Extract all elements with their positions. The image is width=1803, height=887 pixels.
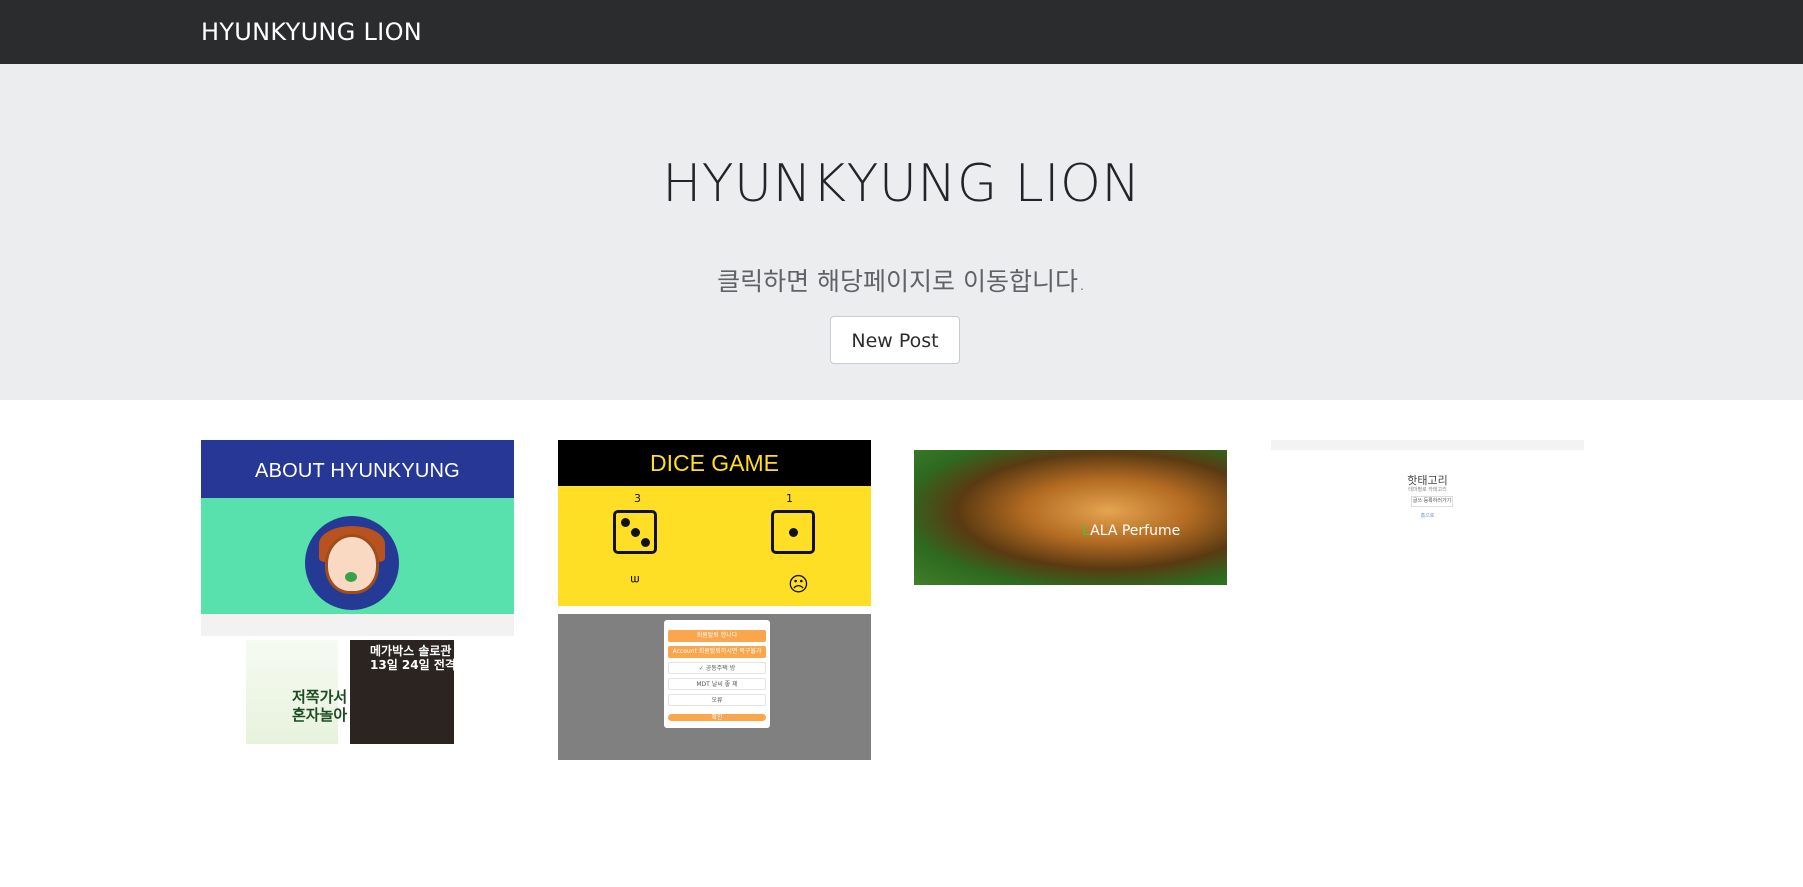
dice-icon (613, 510, 657, 554)
navbar: HYUNKYUNG LION (0, 0, 1803, 64)
category-subtitle: 테마별로 카테고리 (1408, 487, 1447, 493)
poster-text: 저쪽가서 혼자놀아 (292, 688, 348, 724)
about-posters: 저쪽가서 혼자놀아 메가박스 솔로관 13일 24일 전격 오픈! (201, 636, 514, 748)
navbar-brand[interactable]: HYUNKYUNG LION (201, 17, 422, 47)
category-button: 글쓰 등록하러가기 (1411, 496, 1453, 507)
about-subnav (201, 614, 514, 636)
lion-hero-text: LALA Perfume (1082, 523, 1181, 539)
modal-dialog: 회원탈퇴 합니다 Account 회원탈퇴하시면 복구불가 ✓ 공동주택 방 M… (664, 620, 770, 728)
sad-face-icon: ☹ (788, 572, 809, 596)
about-link[interactable]: ABOUT HYUNKYUNG 저쪽가서 혼자놀아 메가박스 솔로관 13일 2… (201, 440, 514, 748)
modal-row: Account 회원탈퇴하시면 복구불가 (668, 646, 766, 658)
lion-image: LALA Perfume (914, 450, 1227, 585)
poster-text: 메가박스 솔로관 13일 24일 전격 오픈! (370, 644, 488, 672)
modal-row: 오류 (668, 694, 766, 706)
modal-row: 회원탈퇴 합니다 (668, 630, 766, 642)
category-nav (1271, 440, 1584, 450)
hero-jumbotron: HYUNKYUNG LION 클릭하면 해당페이지로 이동합니다. New Po… (0, 64, 1803, 400)
thumbnail-dice[interactable]: DICE GAME 3 1 ᐜ ☹ 회원탈퇴 합니다 Account 회원탈퇴하… (558, 440, 871, 760)
poster-image: 메가박스 솔로관 13일 24일 전격 오픈! (350, 640, 488, 744)
avatar (305, 516, 399, 610)
happy-face-icon: ᐜ (630, 572, 640, 596)
about-banner (201, 498, 514, 614)
hero-lead: 클릭하면 해당페이지로 이동합니다. (717, 267, 1086, 296)
poster-image: 저쪽가서 혼자놀아 (246, 640, 347, 744)
dice-icon (771, 510, 815, 554)
dice-score-left: 3 (634, 492, 641, 505)
dice-modal-preview: 회원탈퇴 합니다 Account 회원탈퇴하시면 복구불가 ✓ 공동주택 방 M… (558, 614, 871, 760)
about-title: ABOUT HYUNKYUNG (201, 440, 514, 498)
thumbnail-lion[interactable]: LALA Perfume (914, 440, 1227, 585)
modal-row: MDT 날씨 좋 제 (668, 678, 766, 690)
category-home-link: 홈으로 (1420, 513, 1435, 519)
new-post-button[interactable]: New Post (830, 316, 960, 364)
hero-title: HYUNKYUNG LION (662, 154, 1141, 214)
category-body: 핫태고리 테마별로 카테고리 글쓰 등록하러가기 홈으로 (1271, 450, 1584, 580)
lion-link[interactable]: LALA Perfume (914, 440, 1227, 585)
dice-title: DICE GAME (558, 440, 871, 486)
thumbnail-about[interactable]: ABOUT HYUNKYUNG 저쪽가서 혼자놀아 메가박스 솔로관 13일 2… (201, 440, 514, 748)
lion-nav (914, 440, 1227, 450)
category-link[interactable]: 핫태고리 테마별로 카테고리 글쓰 등록하러가기 홈으로 (1271, 440, 1584, 580)
dice-score-right: 1 (786, 492, 793, 505)
dice-link[interactable]: DICE GAME 3 1 ᐜ ☹ 회원탈퇴 합니다 Account 회원탈퇴하… (558, 440, 871, 760)
thumbnail-category[interactable]: 핫태고리 테마별로 카테고리 글쓰 등록하러가기 홈으로 (1271, 440, 1584, 580)
modal-row: ✓ 공동주택 방 (668, 662, 766, 674)
dice-board: 3 1 ᐜ ☹ (558, 486, 871, 606)
modal-confirm: 확인 (668, 714, 766, 721)
